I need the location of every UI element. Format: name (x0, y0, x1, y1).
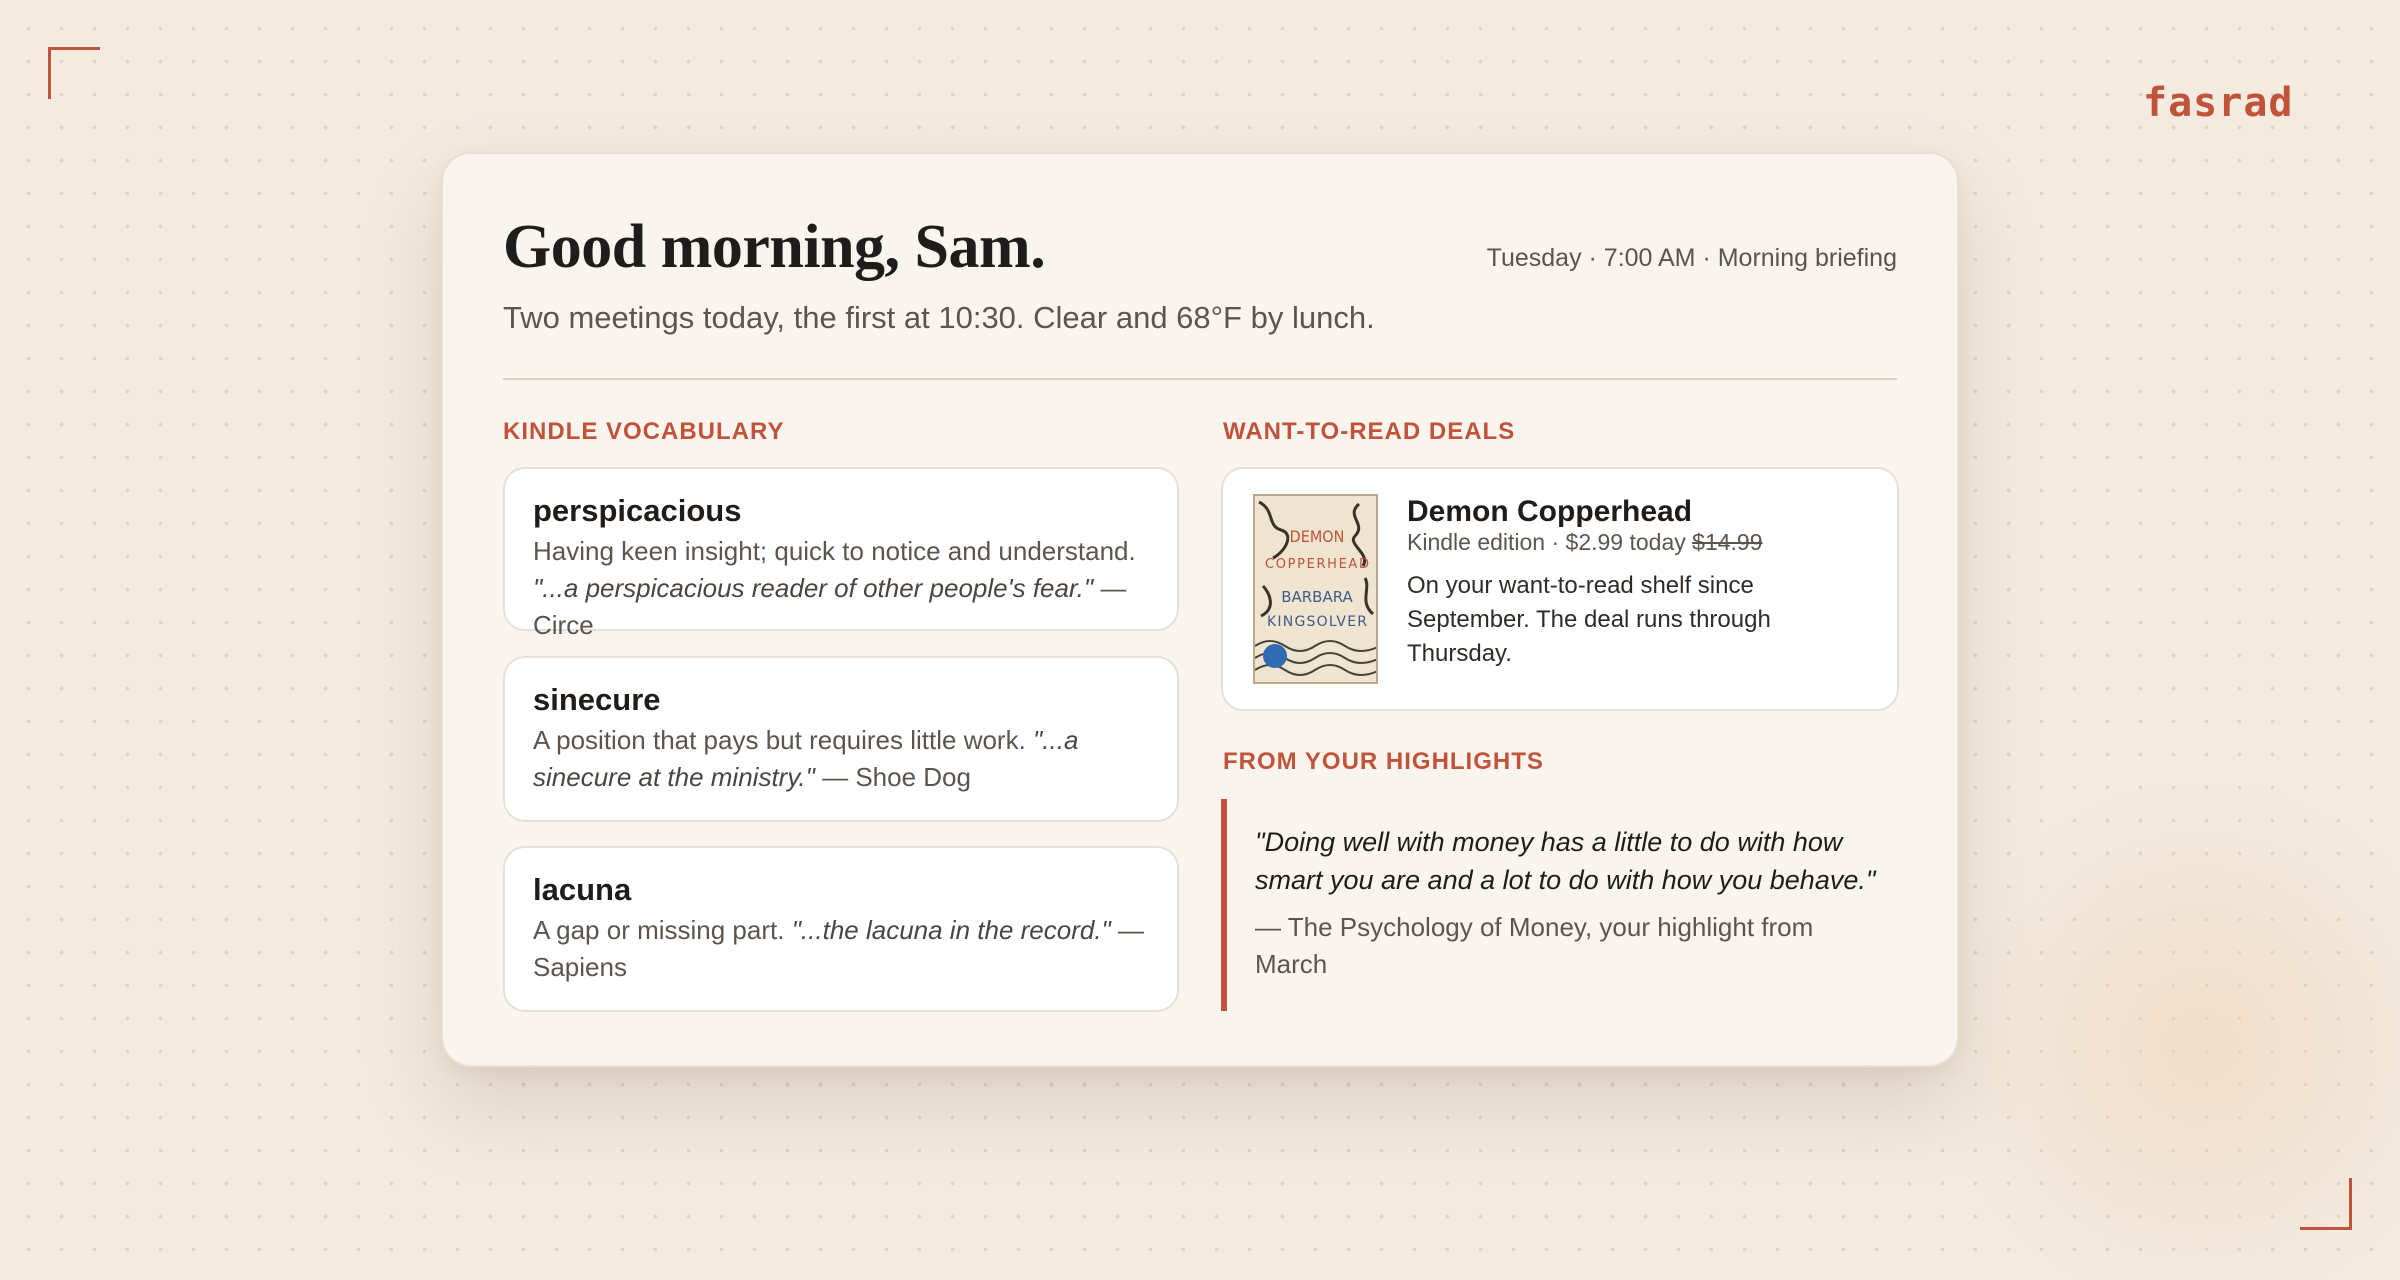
vocab-card-lacuna[interactable]: lacuna A gap or missing part. "...the la… (503, 846, 1179, 1012)
example-quote: "...the lacuna in the record." (791, 915, 1111, 945)
book-cover-image: DEMON COPPERHEAD BARBARA KINGSOLVER (1253, 494, 1378, 684)
briefing-card: Good morning, Sam. Tuesday · 7:00 AM · M… (441, 152, 1959, 1067)
deal-book-title: Demon Copperhead (1407, 495, 1693, 528)
deals-section-title: WANT-TO-READ DEALS (1223, 418, 1516, 445)
cover-author-line: KINGSOLVER (1267, 614, 1367, 630)
example-quote: "...a perspicacious reader of other peop… (533, 573, 1094, 603)
definition-text: A position that pays but requires little… (533, 725, 1026, 755)
cover-title-line: DEMON (1290, 527, 1345, 546)
cover-title-line: COPPERHEAD (1265, 557, 1369, 572)
vocab-definition: Having keen insight; quick to notice and… (533, 533, 1149, 644)
vocab-card-sinecure[interactable]: sinecure A position that pays but requir… (503, 656, 1179, 822)
briefing-dateline: Tuesday · 7:00 AM · Morning briefing (1486, 244, 1897, 272)
vocab-definition: A position that pays but requires little… (533, 722, 1149, 796)
quote-source: — Shoe Dog (822, 762, 971, 792)
deal-old-price: $14.99 (1692, 529, 1763, 555)
brand-logo: fasrad (2143, 80, 2294, 126)
definition-text: Having keen insight; quick to notice and… (533, 536, 1136, 566)
vocab-word: lacuna (533, 872, 632, 907)
definition-text: A gap or missing part. (533, 915, 785, 945)
highlights-section-title: FROM YOUR HIGHLIGHTS (1223, 748, 1544, 775)
corner-mark-top-left (48, 47, 100, 99)
highlight-source: — The Psychology of Money, your highligh… (1255, 912, 1814, 979)
vocab-card-perspicacious[interactable]: perspicacious Having keen insight; quick… (503, 467, 1179, 640)
vocab-definition: A gap or missing part. "...the lacuna in… (533, 912, 1149, 986)
highlight-quote: "Doing well with money has a little to d… (1255, 827, 1876, 895)
deal-edition-price: Kindle edition · $2.99 today (1407, 529, 1686, 555)
vocab-word: sinecure (533, 682, 661, 717)
vocab-word: perspicacious (533, 493, 742, 528)
greeting-heading: Good morning, Sam. (503, 213, 1046, 281)
corner-mark-bottom-right (2300, 1178, 2352, 1230)
highlight-quote-block: "Doing well with money has a little to d… (1221, 799, 1899, 1011)
day-summary: Two meetings today, the first at 10:30. … (503, 300, 1375, 335)
vocabulary-section-title: KINDLE VOCABULARY (503, 418, 785, 445)
deal-note: On your want-to-read shelf since Septemb… (1407, 572, 1771, 667)
deal-card-demon-copperhead[interactable]: DEMON COPPERHEAD BARBARA KINGSOLVER Demo… (1221, 467, 1899, 711)
header-divider (503, 378, 1897, 380)
deal-price: Kindle edition · $2.99 today $14.99 (1407, 529, 1763, 556)
cover-author-line: BARBARA (1281, 588, 1353, 606)
